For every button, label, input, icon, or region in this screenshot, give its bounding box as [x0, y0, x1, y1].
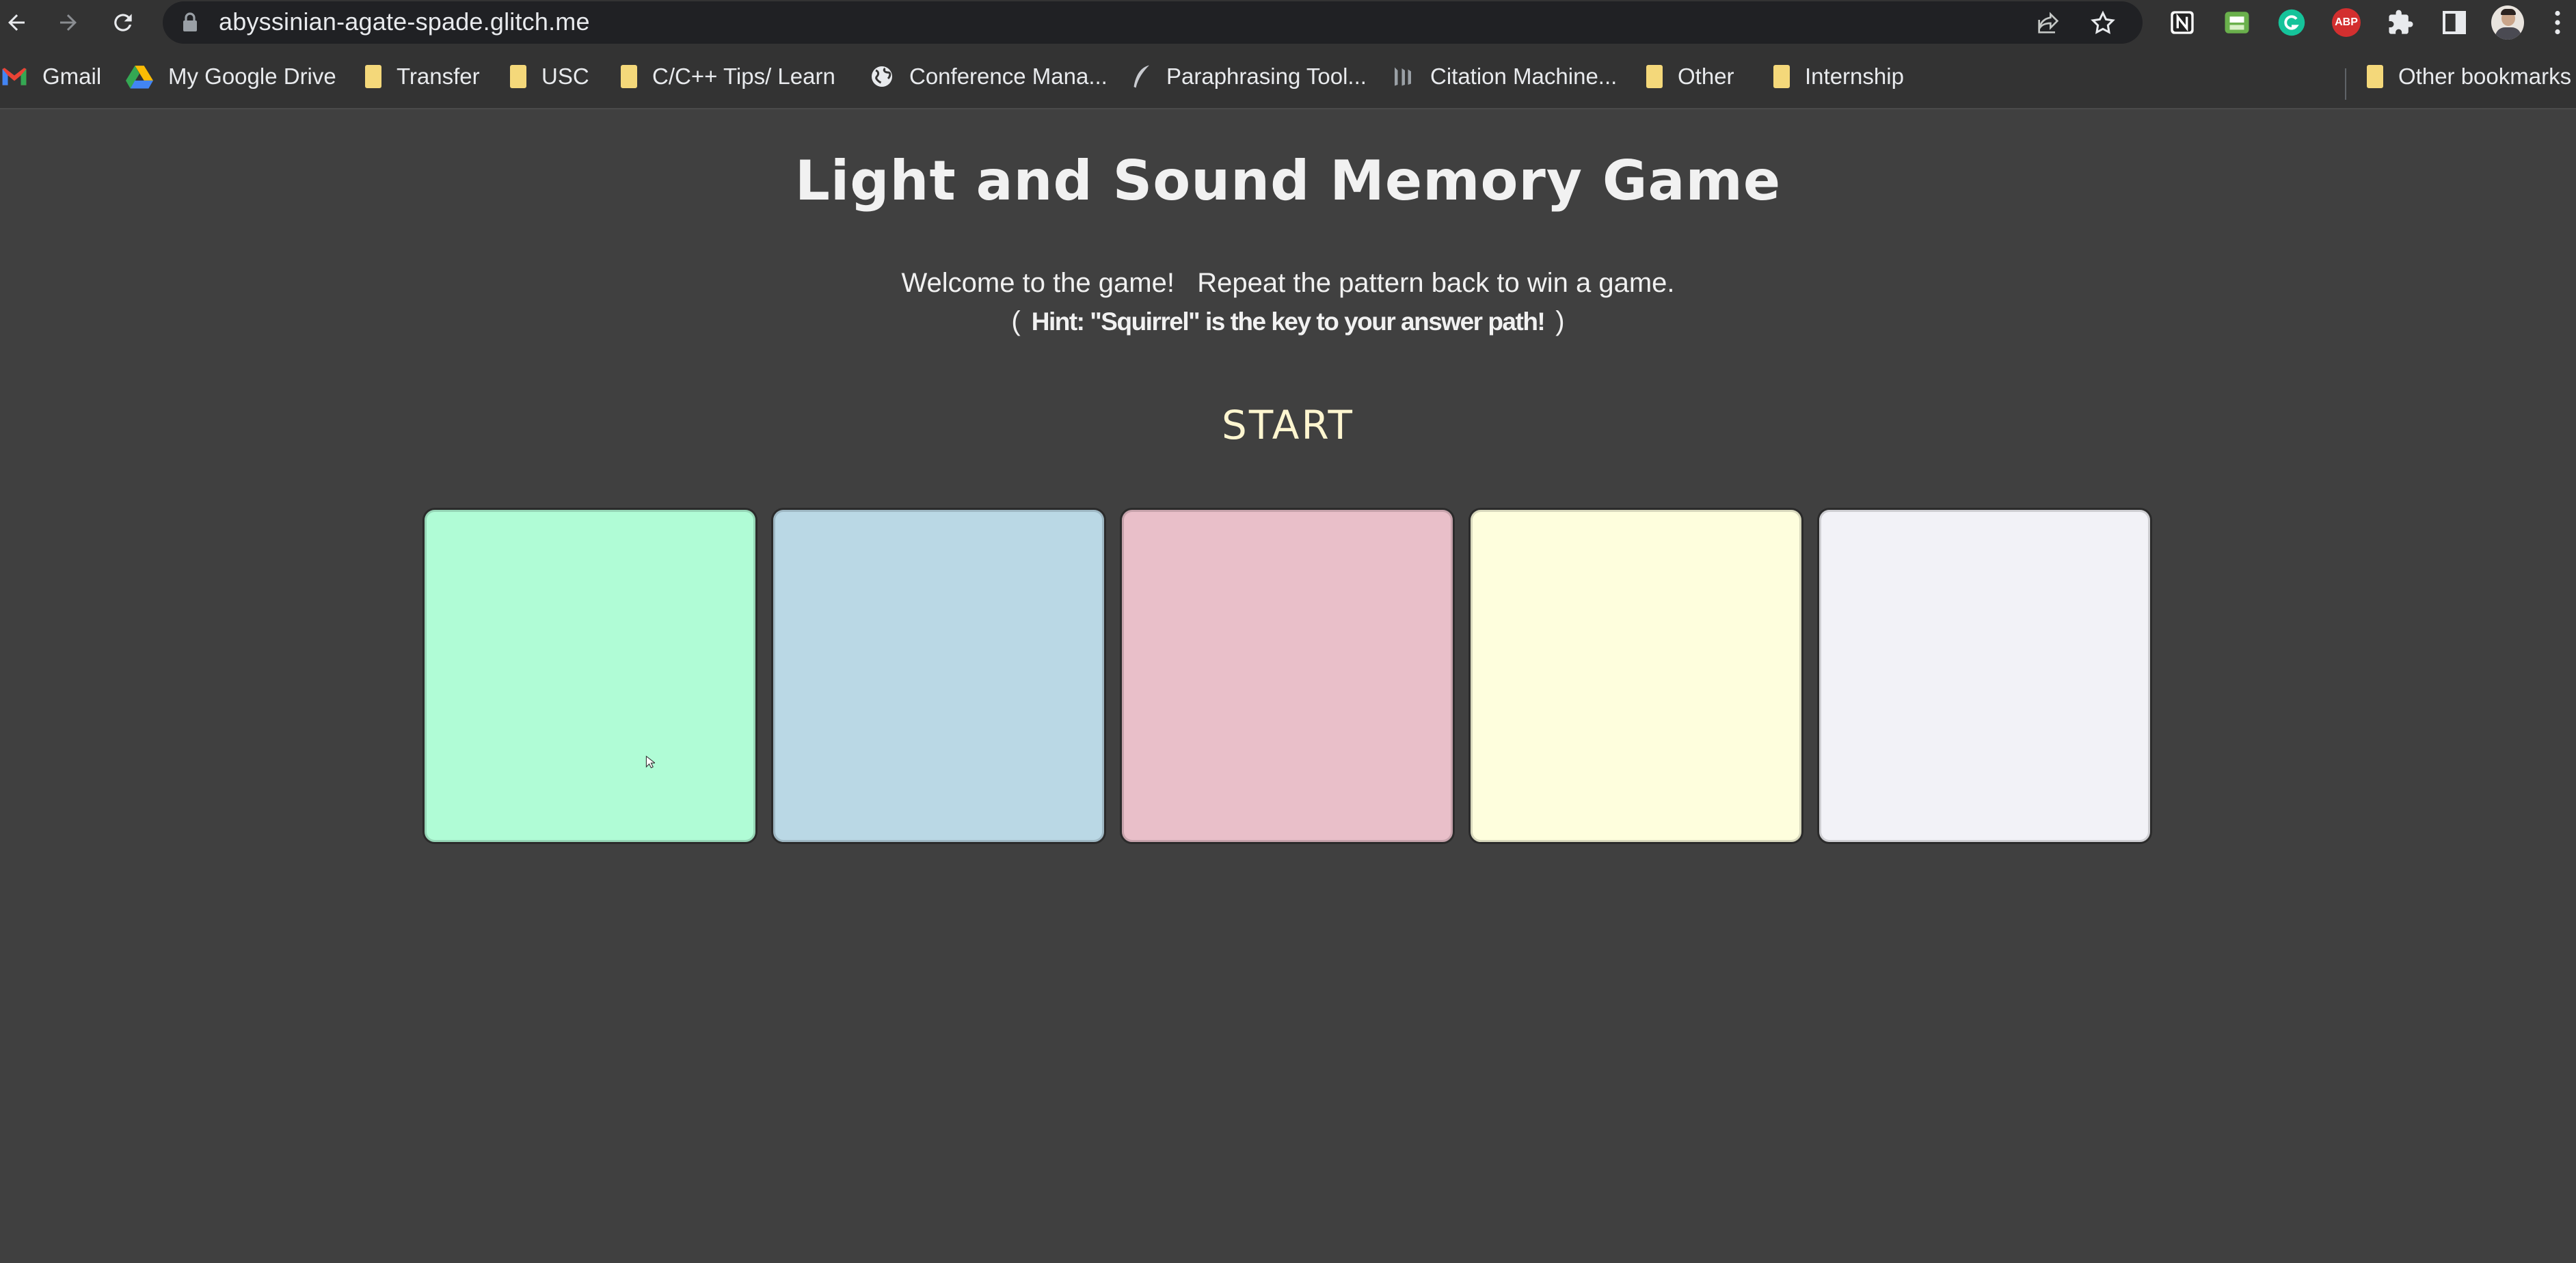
gmail-icon — [1, 66, 27, 87]
bookmarks-bar: Gmail My Google Drive Transfer USC C/C++… — [0, 45, 2576, 109]
extensions-puzzle-icon[interactable] — [2385, 6, 2417, 39]
back-icon[interactable] — [0, 6, 33, 39]
forward-icon[interactable] — [52, 6, 85, 39]
game-pad-3[interactable] — [1120, 508, 1455, 844]
side-panel-icon[interactable] — [2438, 6, 2471, 39]
bookmarks-divider — [2345, 68, 2346, 100]
share-icon[interactable] — [2035, 10, 2062, 40]
globe-icon — [870, 64, 894, 89]
bookmark-paraphrasing-tool[interactable]: Paraphrasing Tool... — [1131, 62, 1367, 92]
folder-icon — [1646, 65, 1663, 88]
bookmark-conference-mana[interactable]: Conference Mana... — [870, 62, 1108, 92]
bookmark-star-icon[interactable] — [2089, 10, 2117, 40]
game-pad-2[interactable] — [771, 508, 1106, 844]
bookmark-transfer[interactable]: Transfer — [365, 62, 480, 92]
folder-icon — [2367, 65, 2383, 88]
hint-close-paren: ) — [1555, 306, 1565, 336]
profile-avatar[interactable] — [2491, 5, 2524, 40]
notion-extension-icon[interactable] — [2166, 6, 2199, 39]
citation-icon — [1391, 64, 1415, 89]
reload-icon[interactable] — [107, 6, 139, 39]
game-pad-4[interactable] — [1468, 508, 1803, 844]
chrome-menu-icon[interactable] — [2547, 6, 2568, 39]
mouse-cursor-icon — [645, 755, 656, 772]
bookmark-c-cpp-tips[interactable]: C/C++ Tips/ Learn — [621, 62, 835, 92]
google-drive-icon — [126, 64, 153, 89]
lock-icon — [182, 11, 198, 36]
bookmark-citation-machine[interactable]: Citation Machine... — [1391, 62, 1617, 92]
game-pad-5[interactable] — [1817, 508, 2152, 844]
printer-extension-icon[interactable] — [2221, 6, 2253, 39]
grammarly-icon[interactable] — [2275, 6, 2308, 39]
feather-icon — [1131, 64, 1151, 89]
game-pad-1[interactable] — [422, 508, 757, 844]
other-bookmarks[interactable]: Other bookmarks — [2367, 62, 2571, 92]
bookmark-my-google-drive[interactable]: My Google Drive — [126, 62, 336, 92]
bookmark-gmail[interactable]: Gmail — [1, 62, 101, 92]
hint-line: ( Hint: "Squirrel" is the key to your ans… — [0, 306, 2576, 337]
url-text: abyssinian-agate-spade.glitch.me — [219, 8, 590, 36]
hint-open-paren: ( — [1011, 306, 1021, 336]
adblock-plus-icon[interactable]: ABP — [2330, 6, 2363, 39]
page-title: Light and Sound Memory Game — [794, 149, 1782, 213]
folder-icon — [365, 65, 381, 88]
folder-icon — [621, 65, 637, 88]
folder-icon — [510, 65, 526, 88]
welcome-text: Welcome to the game! Repeat the pattern … — [901, 268, 1675, 298]
browser-toolbar: abyssinian-agate-spade.glitch.me ABP — [0, 0, 2576, 45]
bookmark-usc[interactable]: USC — [510, 62, 589, 92]
bookmark-internship[interactable]: Internship — [1773, 62, 1904, 92]
hint-text: Hint: "Squirrel" is the key to your answ… — [1031, 308, 1546, 336]
bookmark-other[interactable]: Other — [1646, 62, 1734, 92]
start-button[interactable]: START — [1192, 392, 1384, 458]
folder-icon — [1773, 65, 1790, 88]
